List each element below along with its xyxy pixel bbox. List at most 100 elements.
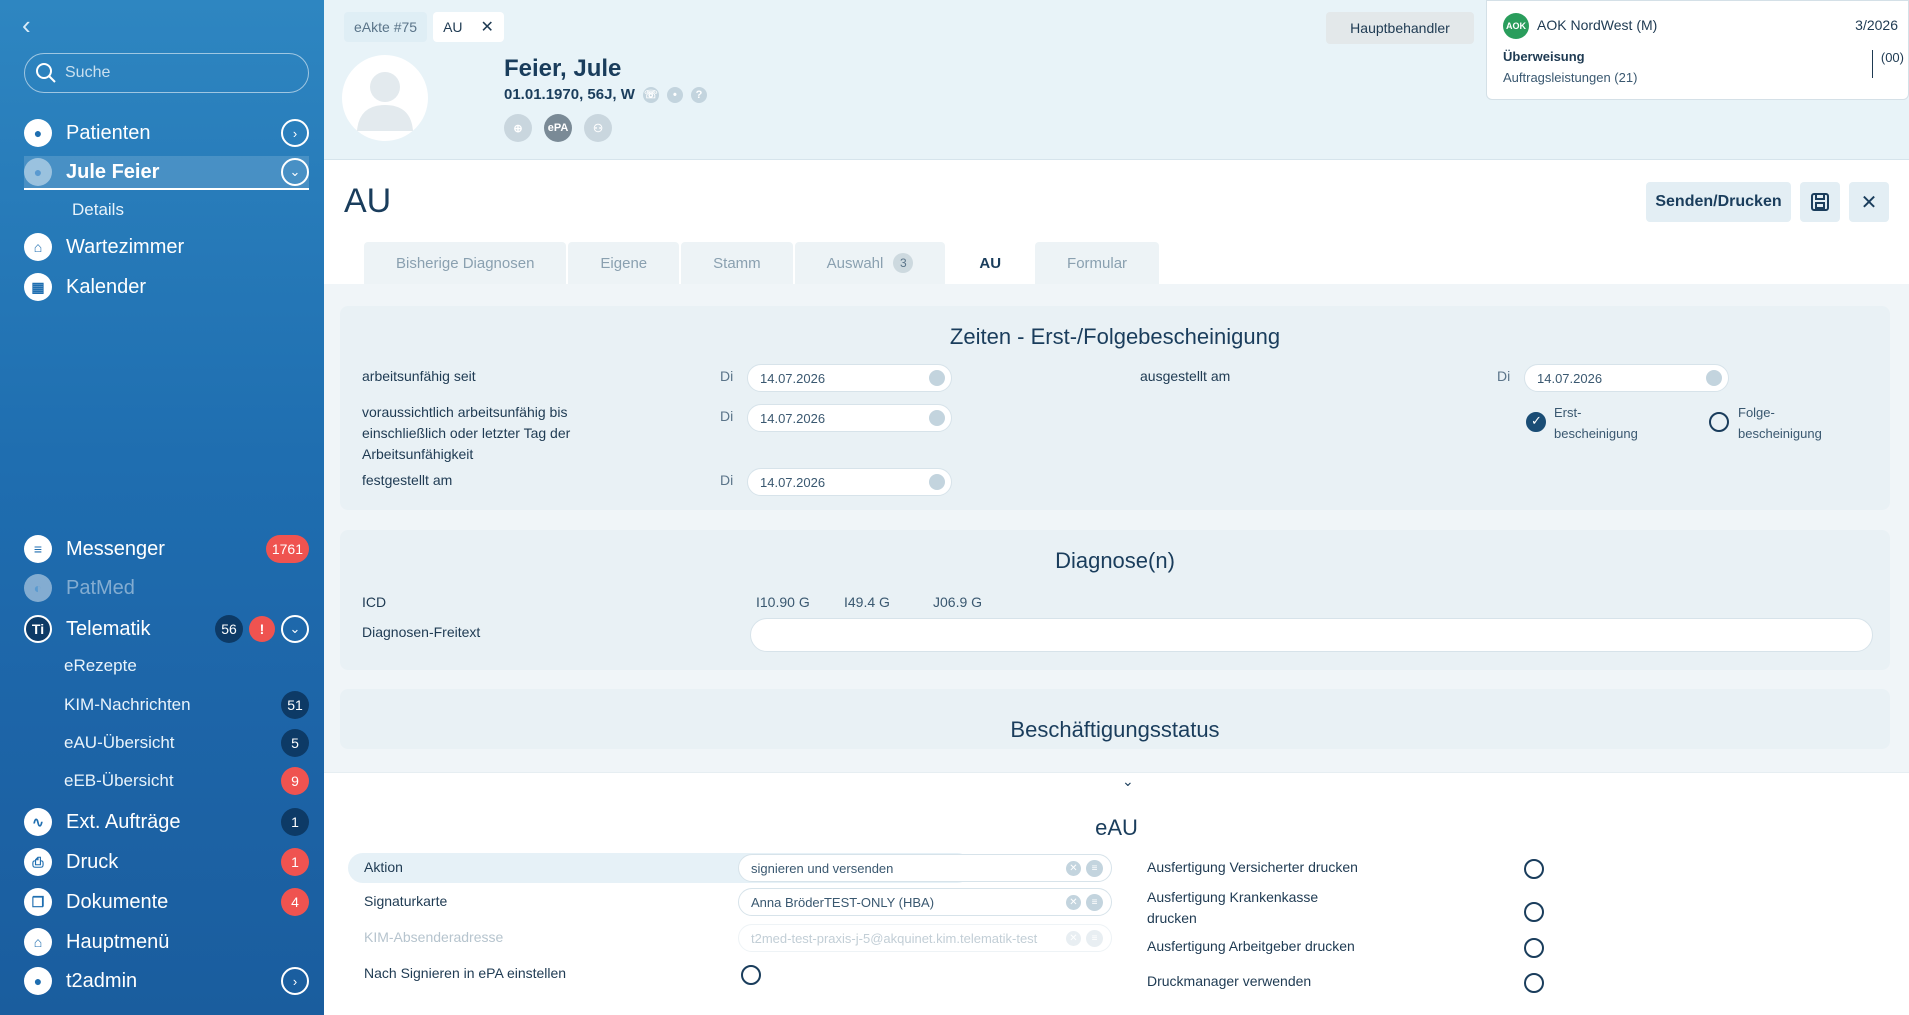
tab-eigene[interactable]: Eigene: [568, 242, 680, 284]
family-icon[interactable]: ⚇: [584, 114, 612, 142]
ag-label: Ausfertigung Arbeitgeber drucken: [1147, 938, 1355, 954]
calendar-icon[interactable]: [929, 474, 945, 490]
sidebar-subitem-details[interactable]: Details: [72, 195, 317, 225]
diagnose-freitext-input[interactable]: [750, 618, 1873, 652]
schein-type: Überweisung: [1503, 49, 1585, 64]
calendar-icon[interactable]: [1706, 370, 1722, 386]
sidebar-subitem-label: eRezepte: [64, 656, 137, 675]
patient-dob-row: 01.01.1970, 56J, W ☏ • ?: [504, 86, 707, 103]
chevron-right-icon[interactable]: ›: [281, 967, 309, 995]
menu-icon[interactable]: ≡: [1086, 894, 1103, 911]
close-button[interactable]: ✕: [1849, 182, 1889, 222]
sidebar-item-label: Dokumente: [66, 890, 169, 913]
phone-icon[interactable]: ☏: [642, 86, 659, 103]
auswahl-count-badge: 3: [893, 253, 914, 273]
close-icon[interactable]: ✕: [481, 17, 494, 37]
chevron-down-icon[interactable]: ⌄: [1122, 773, 1134, 790]
sidebar-item-telematik[interactable]: Ti Telematik 56 ! ⌄: [24, 612, 309, 646]
erstbescheinigung-label: Erst- bescheinigung: [1554, 405, 1638, 441]
sidebar-item-patienten[interactable]: ● Patienten ›: [24, 116, 309, 150]
icd-label: ICD: [362, 594, 387, 610]
zeiten-card: Zeiten - Erst-/Folgebescheinigung arbeit…: [340, 306, 1890, 510]
save-icon: [1811, 193, 1829, 211]
kim-count-badge: 51: [281, 691, 309, 719]
chevron-right-icon[interactable]: ›: [281, 119, 309, 147]
section-title: eAU: [1095, 815, 1138, 840]
sidebar-item-label: Ext. Aufträge: [66, 810, 181, 833]
sidebar-item-hauptmenue[interactable]: ⌂ Hauptmenü: [24, 925, 309, 959]
icd-code[interactable]: I49.4 G: [844, 592, 890, 613]
erstbescheinigung-radio[interactable]: [1526, 412, 1546, 432]
sidebar-subitem-eeb-uebersicht[interactable]: eEB-Übersicht 9: [64, 766, 309, 796]
chevron-down-icon[interactable]: ⌄: [281, 615, 309, 643]
voraus-label: voraussichtlich arbeitsunfähig bis einsc…: [362, 404, 571, 462]
hauptbehandler-button[interactable]: Hauptbehandler: [1326, 12, 1474, 44]
vers-radio[interactable]: [1524, 859, 1544, 879]
folgebescheinigung-radio[interactable]: [1709, 412, 1729, 432]
tab-label: Stamm: [713, 254, 761, 272]
sidebar-subitem-erezepte[interactable]: eRezepte: [64, 651, 309, 681]
sidebar-subitem-kim-nachrichten[interactable]: KIM-Nachrichten 51: [64, 690, 309, 720]
tab-auswahl[interactable]: Auswahl 3: [794, 242, 946, 284]
menu-icon: ≡: [1086, 930, 1103, 947]
tab-formular[interactable]: Formular: [1035, 242, 1160, 284]
ausgestellt-date-field[interactable]: 14.07.2026: [1524, 364, 1729, 392]
calendar-icon[interactable]: [929, 370, 945, 386]
save-button[interactable]: [1800, 182, 1840, 222]
send-print-button[interactable]: Senden/Drucken: [1646, 182, 1791, 222]
sidebar-item-messenger[interactable]: ≡ Messenger 1761: [24, 532, 309, 566]
epa-label: Nach Signieren in ePA einstellen: [364, 965, 567, 981]
sidebar: ‹ ● Patienten › ● Jule Feier ⌄ Details ⌂…: [0, 0, 324, 1015]
info-icon[interactable]: •: [666, 86, 683, 103]
epa-radio[interactable]: [741, 965, 761, 985]
tab-au[interactable]: AU ✕: [433, 12, 504, 42]
sidebar-item-druck[interactable]: ⎙ Druck 1: [24, 845, 309, 879]
help-icon[interactable]: ?: [690, 86, 707, 103]
sidebar-item-wartezimmer[interactable]: ⌂ Wartezimmer: [24, 230, 309, 264]
sidebar-item-label: Hauptmenü: [66, 930, 170, 953]
ag-radio[interactable]: [1524, 938, 1544, 958]
messenger-count-badge: 1761: [265, 535, 309, 563]
dokumente-count-badge: 4: [281, 888, 309, 916]
tab-stamm[interactable]: Stamm: [681, 242, 793, 284]
sidebar-item-label: PatMed: [66, 576, 135, 599]
ambulance-icon[interactable]: ⊕: [504, 114, 532, 142]
date-value: 14.07.2026: [760, 474, 826, 490]
menu-icon[interactable]: ≡: [1086, 860, 1103, 877]
au-seit-day: Di: [720, 368, 734, 384]
au-seit-date-field[interactable]: 14.07.2026: [747, 364, 952, 392]
sidebar-item-ext-auftraege[interactable]: ∿ Ext. Aufträge 1: [24, 805, 309, 839]
icd-code[interactable]: I10.90 G: [756, 592, 810, 613]
eau-count-badge: 5: [281, 729, 309, 757]
calendar-icon[interactable]: [929, 410, 945, 426]
sidebar-item-kalender[interactable]: ▦ Kalender: [24, 270, 309, 304]
tab-au[interactable]: AU: [947, 242, 1034, 284]
chevron-down-icon[interactable]: ⌄: [281, 158, 309, 186]
dm-radio[interactable]: [1524, 973, 1544, 993]
insurance-card[interactable]: AOK AOK NordWest (M) 3/2026 Überweisung …: [1486, 0, 1909, 100]
tab-eakte[interactable]: eAkte #75: [344, 12, 428, 42]
search-input[interactable]: [65, 64, 295, 82]
sidebar-subitem-eau-uebersicht[interactable]: eAU-Übersicht 5: [64, 728, 309, 758]
sidebar-search[interactable]: [24, 53, 309, 93]
clear-icon: ✕: [1066, 931, 1081, 946]
voraus-date-field[interactable]: 14.07.2026: [747, 404, 952, 432]
waiting-room-icon: ⌂: [24, 233, 52, 261]
festgestellt-date-field[interactable]: 14.07.2026: [747, 468, 952, 496]
sidebar-item-label: Telematik: [66, 617, 151, 640]
telematik-icon: Ti: [24, 615, 52, 643]
epa-badge[interactable]: ePA: [544, 114, 572, 142]
sidebar-item-patient-jule-feier[interactable]: ● Jule Feier ⌄: [24, 156, 309, 190]
aktion-select[interactable]: signieren und versenden ✕ ≡: [738, 854, 1112, 882]
sidebar-item-t2admin[interactable]: ● t2admin ›: [24, 964, 309, 998]
icd-code[interactable]: J06.9 G: [933, 592, 982, 613]
sidebar-item-dokumente[interactable]: ❐ Dokumente 4: [24, 885, 309, 919]
clear-icon[interactable]: ✕: [1066, 861, 1081, 876]
back-chevron-icon[interactable]: ‹: [22, 10, 31, 41]
signaturkarte-select[interactable]: Anna BröderTEST-ONLY (HBA) ✕ ≡: [738, 888, 1112, 916]
schein-code: (00): [1871, 50, 1904, 78]
tab-bisherige-diagnosen[interactable]: Bisherige Diagnosen: [364, 242, 567, 284]
clear-icon[interactable]: ✕: [1066, 895, 1081, 910]
printer-icon: ⎙: [24, 848, 52, 876]
kk-radio[interactable]: [1524, 902, 1544, 922]
